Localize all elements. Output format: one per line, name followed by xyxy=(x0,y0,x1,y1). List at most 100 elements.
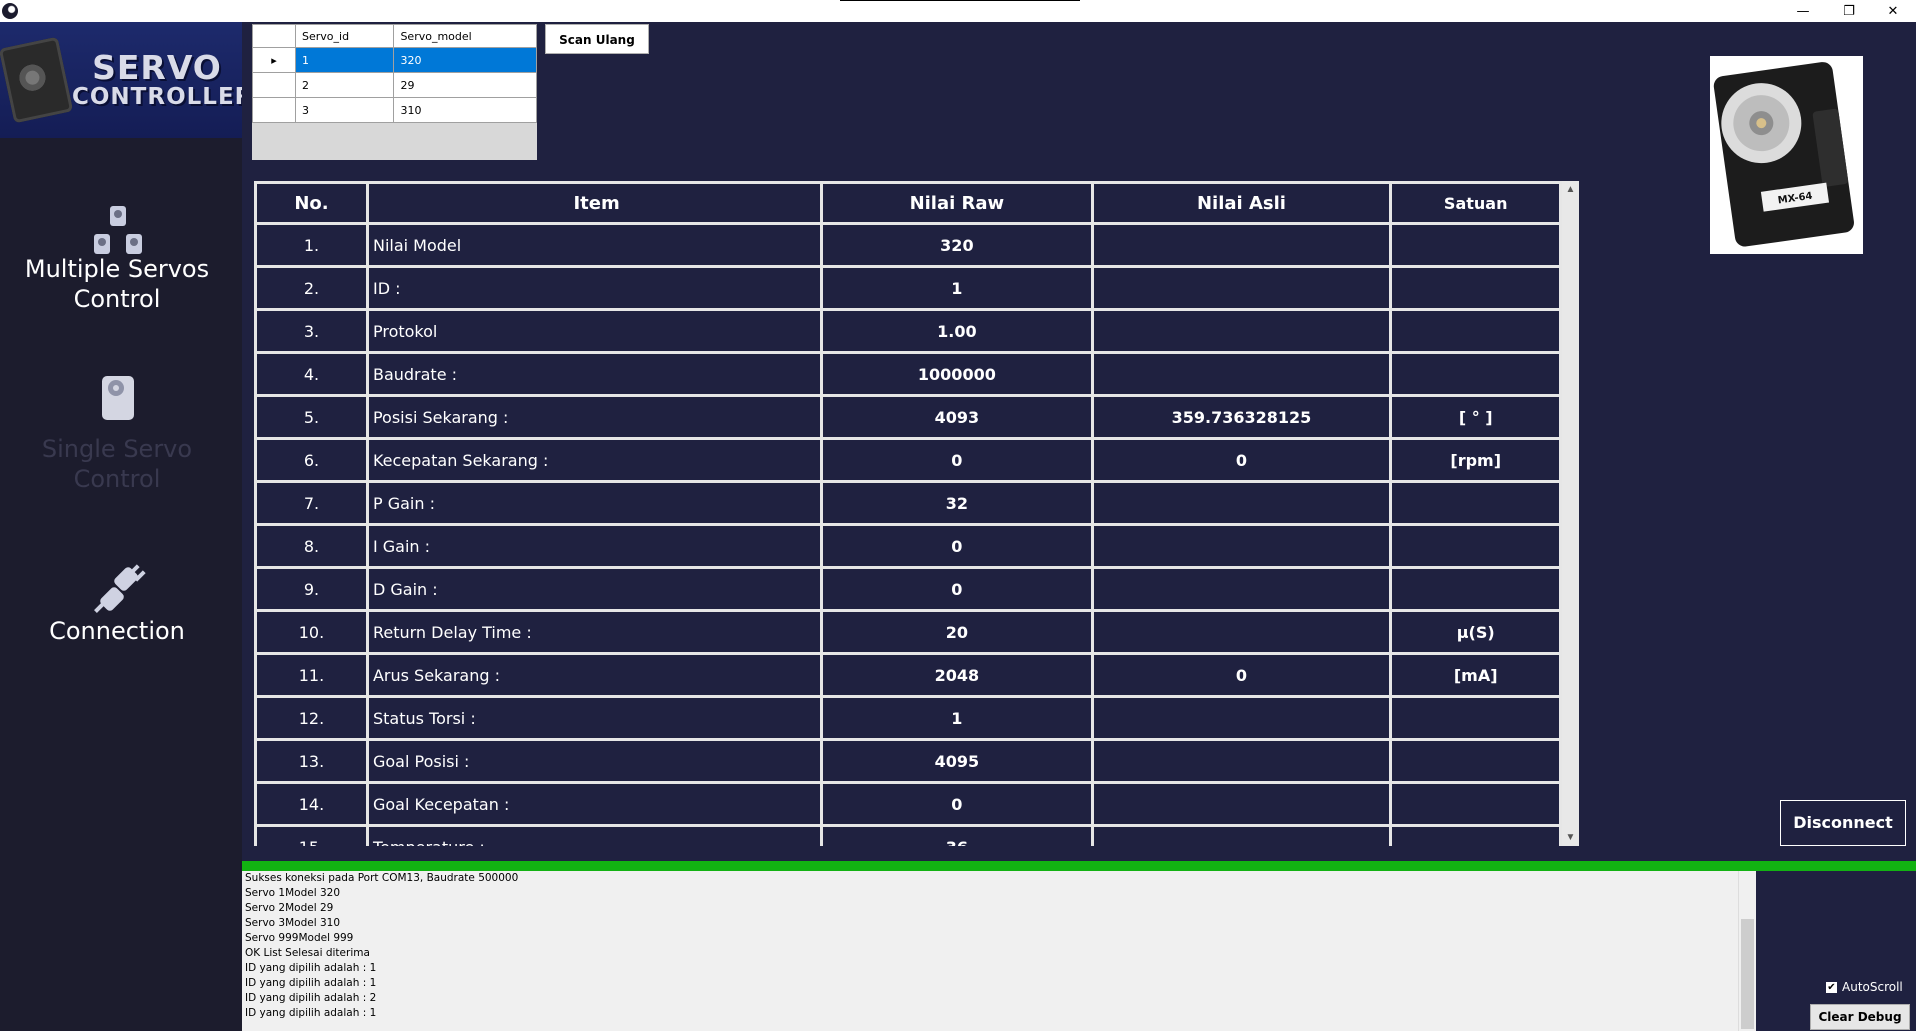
row-item: Nilai Model xyxy=(365,222,824,268)
row-number: 5. xyxy=(254,394,369,440)
sidebar-item-single-label-1: Single Servo xyxy=(41,435,193,463)
row-nilai-asli xyxy=(1090,265,1393,311)
row-satuan xyxy=(1389,824,1562,846)
row-header[interactable] xyxy=(252,97,296,123)
row-satuan xyxy=(1389,566,1562,612)
minimize-button[interactable]: — xyxy=(1780,0,1826,22)
sidebar: SERVO CONTROLLER Multiple Servos Control… xyxy=(0,22,242,1031)
row-number: 13. xyxy=(254,738,369,784)
log-line: ID yang dipilih adalah : 2 xyxy=(245,992,377,1004)
servo-list-row[interactable]: ▸ 1 320 xyxy=(252,47,537,73)
row-satuan xyxy=(1389,480,1562,526)
row-item: Protokol xyxy=(365,308,824,354)
debug-log[interactable]: Sukses koneksi pada Port COM13, Baudrate… xyxy=(242,871,1738,1031)
grid-header-servo-model[interactable]: Servo_model xyxy=(393,24,537,48)
servo-list-row[interactable]: 2 29 xyxy=(252,72,537,98)
table-row: 13. Goal Posisi :4095 xyxy=(254,738,1562,784)
row-nilai-raw: 1 xyxy=(820,695,1094,741)
header-item: Item xyxy=(365,181,824,225)
title-bar: — ❐ ✕ xyxy=(0,0,1916,22)
row-item: Kecepatan Sekarang : xyxy=(365,437,824,483)
header-no: No. xyxy=(254,181,369,225)
scan-ulang-button[interactable]: Scan Ulang xyxy=(545,24,649,54)
log-line: ID yang dipilih adalah : 1 xyxy=(245,962,377,974)
row-nilai-raw: 0 xyxy=(820,523,1094,569)
autoscroll-checkbox[interactable]: ✔ AutoScroll xyxy=(1826,980,1903,994)
header-satuan: Satuan xyxy=(1389,181,1562,225)
log-line: Servo 2Model 29 xyxy=(245,902,334,914)
table-row: 6. Kecepatan Sekarang :0 0 [rpm] xyxy=(254,437,1562,483)
disconnect-button[interactable]: Disconnect xyxy=(1780,800,1906,846)
single-servo-icon xyxy=(102,376,134,420)
row-nilai-asli xyxy=(1090,523,1393,569)
row-item: ID : xyxy=(365,265,824,311)
table-row: 4. Baudrate :1000000 xyxy=(254,351,1562,397)
row-nilai-raw: 20 xyxy=(820,609,1094,655)
row-number: 15. xyxy=(254,824,369,846)
row-item: Goal Kecepatan : xyxy=(365,781,824,827)
row-nilai-asli: 0 xyxy=(1090,437,1393,483)
sidebar-item-multiple-label-1: Multiple Servos xyxy=(24,255,210,283)
row-nilai-asli xyxy=(1090,566,1393,612)
servo-model-cell[interactable]: 310 xyxy=(393,97,537,123)
close-button[interactable]: ✕ xyxy=(1870,0,1916,22)
row-nilai-raw: 1000000 xyxy=(820,351,1094,397)
scroll-down-icon[interactable]: ▼ xyxy=(1562,829,1579,846)
row-number: 12. xyxy=(254,695,369,741)
scroll-up-icon[interactable]: ▲ xyxy=(1562,181,1579,198)
row-nilai-raw: 36 xyxy=(820,824,1094,846)
servo-id-cell[interactable]: 3 xyxy=(294,97,395,123)
servo-model-cell[interactable]: 320 xyxy=(393,47,537,73)
app-logo: SERVO CONTROLLER xyxy=(0,22,242,138)
sidebar-item-connection[interactable]: Connection xyxy=(0,562,234,662)
row-satuan: [mA] xyxy=(1389,652,1562,698)
sidebar-item-single-servo[interactable]: Single Servo Control xyxy=(0,372,234,493)
row-satuan xyxy=(1389,265,1562,311)
row-satuan: μ(S) xyxy=(1389,609,1562,655)
table-row: 9. D Gain :0 xyxy=(254,566,1562,612)
servo-model-cell[interactable]: 29 xyxy=(393,72,537,98)
row-header[interactable] xyxy=(252,72,296,98)
servo-id-cell[interactable]: 2 xyxy=(294,72,395,98)
servo-logo-icon xyxy=(0,36,74,124)
plug-icon xyxy=(94,564,146,613)
log-line: Sukses koneksi pada Port COM13, Baudrate… xyxy=(245,872,519,884)
row-nilai-raw: 32 xyxy=(820,480,1094,526)
row-selector-icon[interactable]: ▸ xyxy=(252,47,296,73)
restore-button[interactable]: ❐ xyxy=(1826,0,1872,22)
row-item: Arus Sekarang : xyxy=(365,652,824,698)
row-satuan xyxy=(1389,308,1562,354)
title-underline xyxy=(840,0,1080,1)
header-nilai-asli: Nilai Asli xyxy=(1090,181,1393,225)
table-row: 5. Posisi Sekarang :4093 359.736328125[ °… xyxy=(254,394,1562,440)
row-number: 2. xyxy=(254,265,369,311)
row-nilai-raw: 0 xyxy=(820,566,1094,612)
row-nilai-raw: 4093 xyxy=(820,394,1094,440)
row-number: 10. xyxy=(254,609,369,655)
clear-debug-button[interactable]: Clear Debug xyxy=(1810,1004,1910,1030)
row-item: P Gain : xyxy=(365,480,824,526)
row-nilai-raw: 0 xyxy=(820,437,1094,483)
log-scroll-thumb[interactable] xyxy=(1741,919,1754,1029)
table-row: 15.Temperature :36 xyxy=(254,824,1562,846)
row-satuan xyxy=(1389,222,1562,268)
sidebar-item-multiple-servos[interactable]: Multiple Servos Control xyxy=(0,202,234,322)
row-nilai-raw: 4095 xyxy=(820,738,1094,784)
row-item: I Gain : xyxy=(365,523,824,569)
servo-list-row[interactable]: 3 310 xyxy=(252,97,537,123)
row-nilai-asli xyxy=(1090,351,1393,397)
log-scrollbar[interactable] xyxy=(1738,871,1756,1031)
table-row: 14. Goal Kecepatan :0 xyxy=(254,781,1562,827)
servo-id-cell[interactable]: 1 xyxy=(294,47,395,73)
row-number: 1. xyxy=(254,222,369,268)
log-line: Servo 1Model 320 xyxy=(245,887,341,899)
row-satuan xyxy=(1389,523,1562,569)
checkbox-icon[interactable]: ✔ xyxy=(1826,981,1837,993)
row-nilai-asli xyxy=(1090,781,1393,827)
table-scrollbar[interactable]: ▲ ▼ xyxy=(1562,181,1579,846)
log-line: Servo 999Model 999 xyxy=(245,932,354,944)
logo-line-2: CONTROLLER xyxy=(72,84,242,110)
sidebar-item-connection-label: Connection xyxy=(49,617,185,645)
sidebar-item-single-label-2: Control xyxy=(73,465,161,493)
grid-header-servo-id[interactable]: Servo_id xyxy=(294,24,395,48)
